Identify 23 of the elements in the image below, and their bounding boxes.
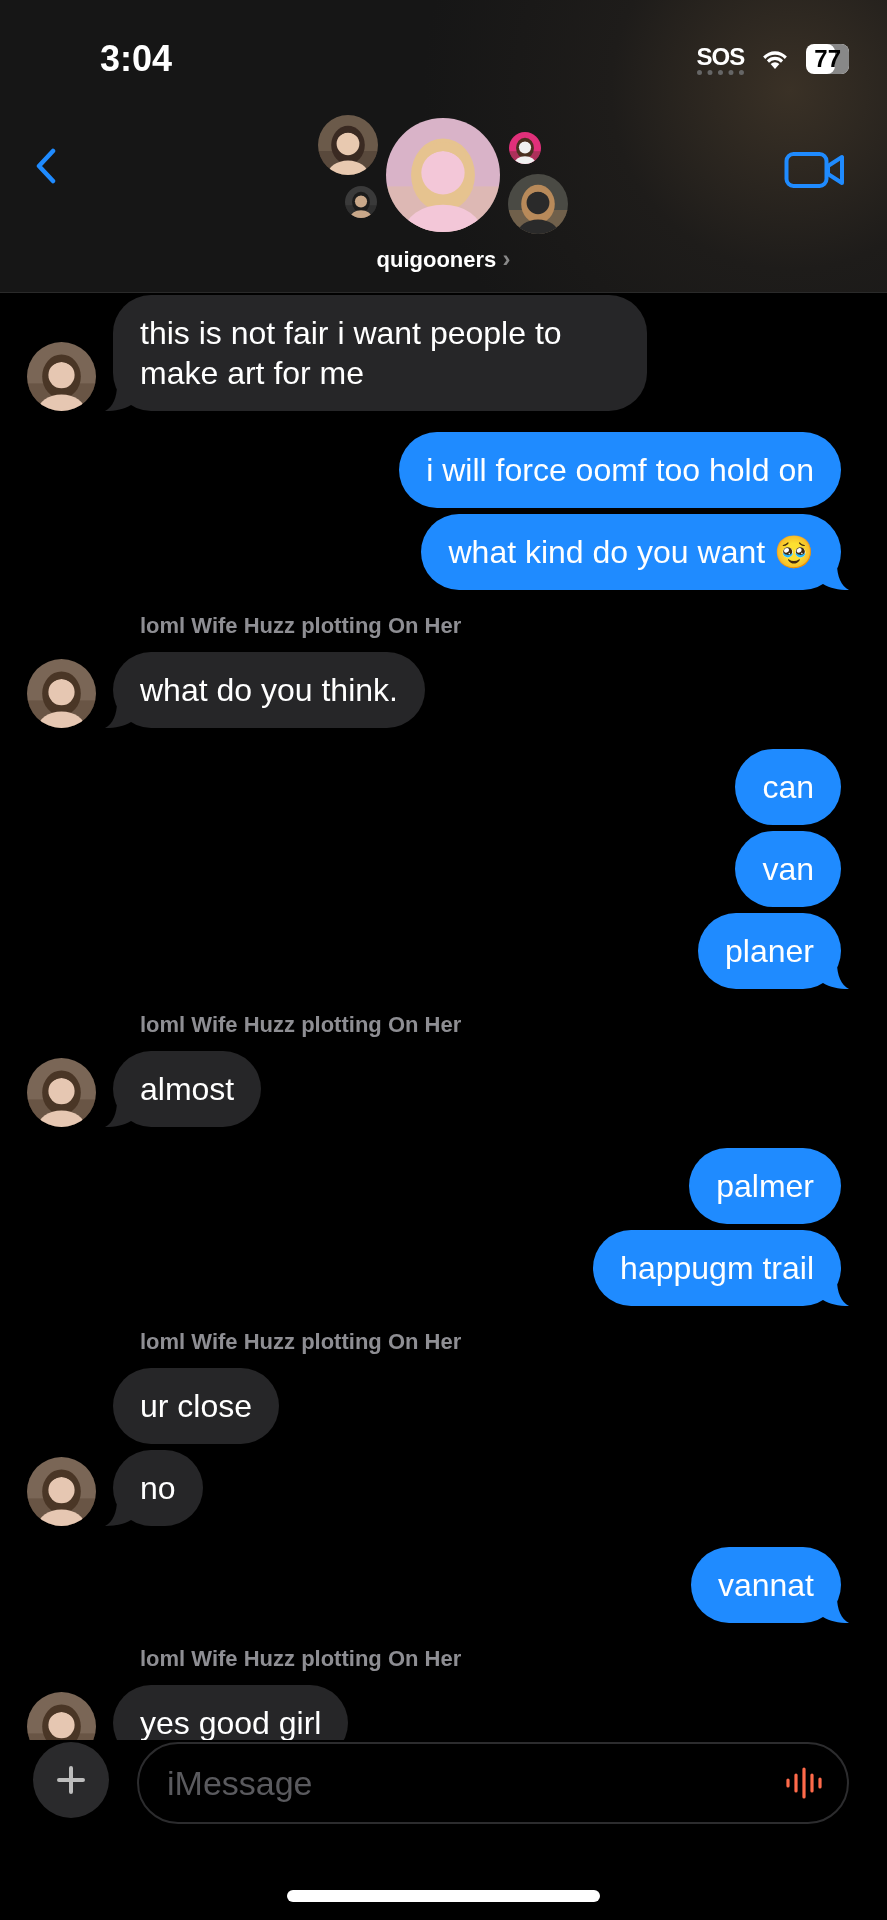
message-bubble: van	[735, 831, 841, 907]
sender-name: loml Wife Huzz plotting On Her	[140, 1328, 463, 1356]
message-bubble: planer	[698, 913, 849, 989]
sender-name: loml Wife Huzz plotting On Her	[140, 1011, 463, 1039]
plus-icon	[56, 1765, 86, 1795]
sender-name: loml Wife Huzz plotting On Her	[140, 612, 463, 640]
message-bubble: what do you think.	[105, 652, 425, 728]
sos-indicator: SOS	[696, 43, 745, 75]
sender-name: loml Wife Huzz plotting On Her	[140, 1645, 463, 1673]
message-bubble: i will force oomf too hold on	[399, 432, 841, 508]
message-bubble: no	[105, 1450, 203, 1526]
message-bubble: vannat	[690, 1547, 849, 1623]
message-bubble: can	[735, 749, 841, 825]
message-bubble: palmer	[689, 1148, 841, 1224]
group-name-link[interactable]: quigooners ›	[343, 244, 544, 274]
message-bubble: what kind do you want 🥹	[421, 514, 849, 590]
message-input-field[interactable]: iMessage	[137, 1742, 849, 1824]
message-bubble: almost	[105, 1051, 262, 1127]
status-time: 3:04	[100, 38, 173, 80]
message-bubble: this is not fair i want people to make art for me	[105, 295, 647, 411]
message-bubble: happugm trail	[593, 1230, 849, 1306]
message-bubble: ur close	[113, 1368, 280, 1444]
battery-level: 77	[806, 44, 849, 74]
